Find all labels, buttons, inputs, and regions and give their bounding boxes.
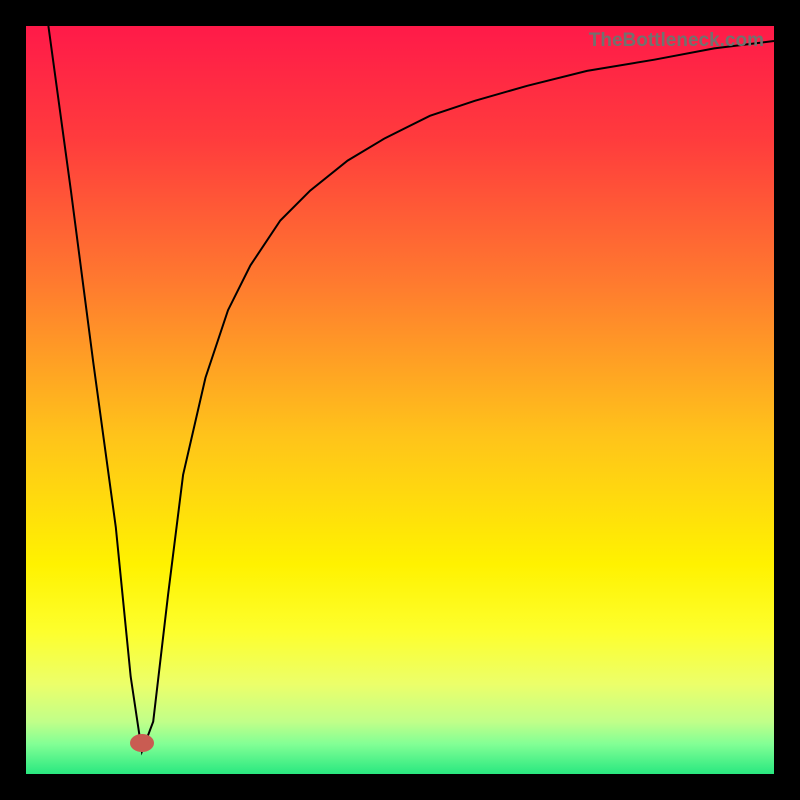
optimum-marker <box>130 734 154 752</box>
plot-area: TheBottleneck.com <box>26 26 774 774</box>
chart-frame: TheBottleneck.com <box>0 0 800 800</box>
attribution-text: TheBottleneck.com <box>589 30 764 52</box>
bottleneck-curve <box>26 26 774 774</box>
